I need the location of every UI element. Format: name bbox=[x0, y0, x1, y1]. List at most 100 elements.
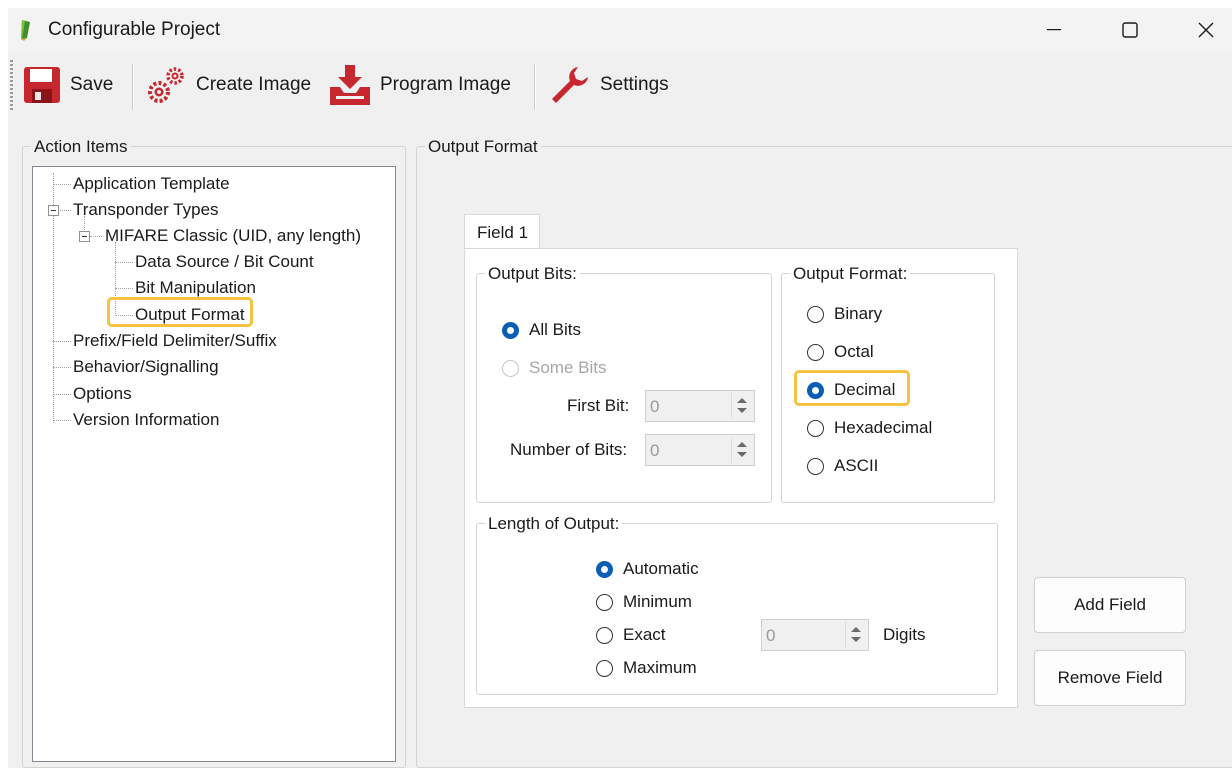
radio-unselected-icon bbox=[807, 343, 824, 361]
tree-line bbox=[115, 262, 133, 263]
octal-label: Octal bbox=[834, 342, 874, 361]
tree-item-transponder-types[interactable]: Transponder Types bbox=[73, 200, 219, 220]
tree-item-bit-manipulation[interactable]: Bit Manipulation bbox=[135, 278, 256, 298]
all-bits-label: All Bits bbox=[529, 320, 581, 339]
floppy-disk-icon bbox=[24, 67, 60, 103]
tree-line bbox=[115, 288, 133, 289]
toolbar-separator bbox=[132, 64, 134, 110]
output-bits-title: Output Bits: bbox=[485, 264, 580, 284]
first-bit-label: First Bit: bbox=[567, 396, 630, 415]
maximum-radio[interactable]: Maximum bbox=[596, 658, 697, 678]
collapse-toggle-icon[interactable] bbox=[79, 231, 90, 242]
octal-radio[interactable]: Octal bbox=[807, 342, 874, 362]
close-icon bbox=[1198, 22, 1214, 38]
radio-selected-icon bbox=[502, 321, 519, 339]
output-bits-group: Output Bits: All Bits Some Bits First Bi… bbox=[476, 264, 772, 503]
toolbar: Save Create Image Program Image Settings bbox=[8, 52, 1232, 118]
digits-label: Digits bbox=[883, 625, 926, 644]
radio-unselected-icon bbox=[502, 359, 519, 377]
tree-item-prefix-delimiter-suffix[interactable]: Prefix/Field Delimiter/Suffix bbox=[73, 331, 277, 351]
tree-line bbox=[90, 236, 102, 237]
tree-item-options[interactable]: Options bbox=[73, 384, 132, 404]
digits-spinner[interactable]: 0 bbox=[761, 619, 869, 651]
tree-line bbox=[58, 210, 71, 211]
spinner-arrows-icon[interactable] bbox=[731, 437, 752, 463]
selection-highlight bbox=[107, 297, 253, 327]
binary-label: Binary bbox=[834, 304, 883, 323]
tree-item-version-information[interactable]: Version Information bbox=[73, 410, 219, 430]
ascii-label: ASCII bbox=[834, 456, 879, 475]
number-of-bits-spinner[interactable]: 0 bbox=[645, 434, 755, 466]
hexadecimal-radio[interactable]: Hexadecimal bbox=[807, 418, 932, 438]
radio-unselected-icon bbox=[596, 626, 613, 644]
some-bits-radio[interactable]: Some Bits bbox=[502, 358, 606, 378]
remove-field-button[interactable]: Remove Field bbox=[1034, 650, 1186, 706]
tab-field-1[interactable]: Field 1 bbox=[464, 214, 540, 251]
radio-unselected-icon bbox=[596, 659, 613, 677]
spinner-arrows-icon[interactable] bbox=[731, 393, 752, 419]
toolbar-grip[interactable] bbox=[10, 60, 13, 112]
exact-label: Exact bbox=[623, 625, 666, 644]
number-of-bits-label: Number of Bits: bbox=[510, 440, 628, 459]
minimize-button[interactable] bbox=[1024, 8, 1084, 52]
tab-field-1-label: Field 1 bbox=[477, 223, 529, 242]
radio-unselected-icon bbox=[807, 457, 824, 475]
settings-label: Settings bbox=[600, 74, 669, 95]
spinner-arrows-icon[interactable] bbox=[845, 622, 866, 648]
gears-icon bbox=[148, 67, 184, 103]
tree-item-data-source[interactable]: Data Source / Bit Count bbox=[135, 252, 314, 272]
tree-line bbox=[53, 341, 71, 342]
tree-line bbox=[53, 367, 71, 368]
download-tray-icon bbox=[330, 65, 370, 105]
ascii-radio[interactable]: ASCII bbox=[807, 456, 878, 476]
settings-button[interactable]: Settings bbox=[548, 60, 669, 110]
first-bit-value: 0 bbox=[650, 397, 660, 416]
length-of-output-group: Length of Output: Automatic Minimum Exac… bbox=[476, 514, 998, 695]
tree-item-mifare-classic[interactable]: MIFARE Classic (UID, any length) bbox=[105, 226, 361, 246]
maximize-button[interactable] bbox=[1100, 8, 1160, 52]
action-items-title: Action Items bbox=[31, 137, 131, 157]
create-image-button[interactable]: Create Image bbox=[144, 60, 311, 110]
length-of-output-title: Length of Output: bbox=[485, 514, 623, 534]
tree-item-behavior-signalling[interactable]: Behavior/Signalling bbox=[73, 357, 219, 377]
decimal-highlight bbox=[794, 370, 910, 406]
output-format-options-title: Output Format: bbox=[790, 264, 911, 284]
window-title: Configurable Project bbox=[48, 19, 221, 40]
save-label: Save bbox=[70, 74, 114, 95]
output-format-title: Output Format bbox=[425, 137, 541, 157]
maximum-label: Maximum bbox=[623, 658, 697, 677]
program-image-label: Program Image bbox=[380, 74, 511, 95]
title-bar: Configurable Project bbox=[8, 8, 1232, 52]
tree-line bbox=[53, 394, 71, 395]
minimum-label: Minimum bbox=[623, 592, 692, 611]
hexadecimal-label: Hexadecimal bbox=[834, 418, 933, 437]
minimize-icon bbox=[1047, 29, 1061, 31]
toolbar-separator bbox=[534, 64, 536, 110]
add-field-button[interactable]: Add Field bbox=[1034, 577, 1186, 633]
save-button[interactable]: Save bbox=[22, 60, 113, 110]
wrench-icon bbox=[552, 67, 588, 103]
create-image-label: Create Image bbox=[196, 74, 312, 95]
maximize-icon bbox=[1122, 22, 1138, 38]
app-window: Configurable Project Save Create Image P… bbox=[8, 8, 1232, 768]
first-bit-spinner[interactable]: 0 bbox=[645, 390, 755, 422]
all-bits-radio[interactable]: All Bits bbox=[502, 320, 581, 340]
radio-unselected-icon bbox=[807, 419, 824, 437]
collapse-toggle-icon[interactable] bbox=[48, 205, 59, 216]
number-of-bits-value: 0 bbox=[650, 441, 660, 460]
digits-value: 0 bbox=[766, 626, 776, 645]
tree-line bbox=[53, 420, 71, 421]
radio-selected-icon bbox=[596, 560, 613, 578]
output-format-options-group: Output Format: Binary Octal Decimal Hexa… bbox=[781, 264, 995, 503]
close-button[interactable] bbox=[1176, 8, 1232, 52]
automatic-label: Automatic bbox=[623, 559, 699, 578]
app-pen-icon bbox=[21, 20, 30, 41]
action-items-tree[interactable]: Application Template Transponder Types M… bbox=[32, 166, 396, 762]
program-image-button[interactable]: Program Image bbox=[328, 60, 511, 110]
binary-radio[interactable]: Binary bbox=[807, 304, 882, 324]
minimum-radio[interactable]: Minimum bbox=[596, 592, 692, 612]
automatic-radio[interactable]: Automatic bbox=[596, 559, 699, 579]
tree-item-application-template[interactable]: Application Template bbox=[73, 174, 230, 194]
field-1-tab-panel: Output Bits: All Bits Some Bits First Bi… bbox=[464, 248, 1018, 708]
exact-radio[interactable]: Exact bbox=[596, 625, 666, 645]
